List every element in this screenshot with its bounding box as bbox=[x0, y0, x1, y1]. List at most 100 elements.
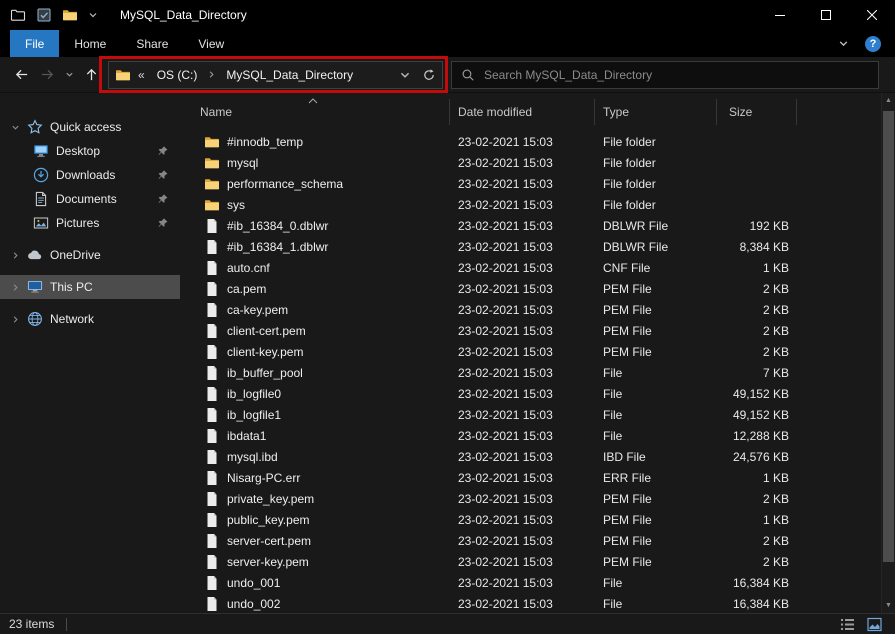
pin-icon bbox=[157, 145, 169, 157]
file-row[interactable]: undo_00223-02-2021 15:03File16,384 KB bbox=[180, 593, 881, 613]
chevron-right-icon[interactable] bbox=[11, 283, 20, 292]
scroll-up-arrow-icon[interactable]: ▲ bbox=[882, 93, 895, 108]
sidebar-item-onedrive[interactable]: OneDrive bbox=[0, 243, 180, 267]
file-name: ca-key.pem bbox=[227, 303, 288, 317]
file-row[interactable]: private_key.pem23-02-2021 15:03PEM File2… bbox=[180, 488, 881, 509]
file-row[interactable]: ib_logfile023-02-2021 15:03File49,152 KB bbox=[180, 383, 881, 404]
sidebar-item-label: Network bbox=[50, 312, 94, 326]
file-row[interactable]: #ib_16384_0.dblwr23-02-2021 15:03DBLWR F… bbox=[180, 215, 881, 236]
scrollbar-track[interactable] bbox=[882, 108, 895, 598]
recent-locations-chevron-icon[interactable] bbox=[60, 62, 78, 88]
file-row[interactable]: ibdata123-02-2021 15:03File12,288 KB bbox=[180, 425, 881, 446]
file-row[interactable]: #innodb_temp23-02-2021 15:03File folder bbox=[180, 131, 881, 152]
file-size: 12,288 KB bbox=[717, 429, 797, 443]
file-date-modified: 23-02-2021 15:03 bbox=[450, 345, 595, 359]
chevron-down-icon[interactable] bbox=[11, 123, 20, 132]
file-row[interactable]: server-cert.pem23-02-2021 15:03PEM File2… bbox=[180, 530, 881, 551]
sidebar-item-downloads[interactable]: Downloads bbox=[0, 163, 180, 187]
file-row[interactable]: ib_logfile123-02-2021 15:03File49,152 KB bbox=[180, 404, 881, 425]
breadcrumb-separator-icon[interactable] bbox=[207, 70, 216, 79]
details-view-icon[interactable] bbox=[840, 617, 855, 632]
file-row[interactable]: #ib_16384_1.dblwr23-02-2021 15:03DBLWR F… bbox=[180, 236, 881, 257]
up-button[interactable] bbox=[78, 62, 104, 88]
file-row[interactable]: server-key.pem23-02-2021 15:03PEM File2 … bbox=[180, 551, 881, 572]
expand-ribbon-chevron-icon[interactable] bbox=[838, 38, 849, 49]
qat-customize-chevron-icon[interactable] bbox=[88, 10, 98, 20]
address-dropdown-chevron-icon[interactable] bbox=[399, 69, 411, 81]
folder-icon bbox=[204, 155, 220, 171]
tab-view[interactable]: View bbox=[183, 30, 239, 57]
column-header-name[interactable]: Name bbox=[180, 99, 450, 125]
file-row[interactable]: auto.cnf23-02-2021 15:03CNF File1 KB bbox=[180, 257, 881, 278]
file-size: 1 KB bbox=[717, 261, 797, 275]
tab-share[interactable]: Share bbox=[121, 30, 183, 57]
refresh-icon[interactable] bbox=[422, 68, 436, 82]
file-row[interactable]: mysql23-02-2021 15:03File folder bbox=[180, 152, 881, 173]
qat-properties-icon[interactable] bbox=[36, 7, 52, 23]
network-icon bbox=[27, 311, 43, 327]
tab-file[interactable]: File bbox=[10, 30, 59, 57]
sidebar-item-this-pc[interactable]: This PC bbox=[0, 275, 180, 299]
file-icon bbox=[204, 596, 220, 612]
chevron-right-icon[interactable] bbox=[11, 315, 20, 324]
view-toggle-group bbox=[840, 617, 886, 632]
sidebar-item-desktop[interactable]: Desktop bbox=[0, 139, 180, 163]
breadcrumb-drive[interactable]: OS (C:) bbox=[152, 68, 203, 82]
file-row[interactable]: client-cert.pem23-02-2021 15:03PEM File2… bbox=[180, 320, 881, 341]
file-date-modified: 23-02-2021 15:03 bbox=[450, 513, 595, 527]
breadcrumb-current-folder[interactable]: MySQL_Data_Directory bbox=[221, 68, 358, 82]
breadcrumb-overflow[interactable]: « bbox=[136, 68, 147, 82]
sidebar-item-documents[interactable]: Documents bbox=[0, 187, 180, 211]
file-type: File folder bbox=[595, 156, 717, 170]
file-row[interactable]: public_key.pem23-02-2021 15:03PEM File1 … bbox=[180, 509, 881, 530]
column-header-date-modified[interactable]: Date modified bbox=[450, 99, 595, 125]
file-name: client-cert.pem bbox=[227, 324, 306, 338]
file-name-cell: ca-key.pem bbox=[180, 302, 450, 318]
file-row[interactable]: mysql.ibd23-02-2021 15:03IBD File24,576 … bbox=[180, 446, 881, 467]
file-row[interactable]: ib_buffer_pool23-02-2021 15:03File7 KB bbox=[180, 362, 881, 383]
file-row[interactable]: performance_schema23-02-2021 15:03File f… bbox=[180, 173, 881, 194]
sidebar-item-quick-access[interactable]: Quick access bbox=[0, 115, 180, 139]
scrollbar-thumb[interactable] bbox=[883, 111, 894, 562]
column-header-type[interactable]: Type bbox=[595, 99, 717, 125]
file-row[interactable]: Nisarg-PC.err23-02-2021 15:03ERR File1 K… bbox=[180, 467, 881, 488]
file-date-modified: 23-02-2021 15:03 bbox=[450, 219, 595, 233]
address-folder-icon bbox=[115, 67, 131, 83]
tab-home[interactable]: Home bbox=[59, 30, 121, 57]
help-icon[interactable]: ? bbox=[865, 36, 881, 52]
search-input[interactable] bbox=[484, 68, 869, 82]
file-row[interactable]: client-key.pem23-02-2021 15:03PEM File2 … bbox=[180, 341, 881, 362]
file-name-cell: client-key.pem bbox=[180, 344, 450, 360]
column-header-size[interactable]: Size bbox=[717, 99, 797, 125]
maximize-button[interactable] bbox=[803, 0, 849, 30]
file-row[interactable]: sys23-02-2021 15:03File folder bbox=[180, 194, 881, 215]
file-icon bbox=[204, 554, 220, 570]
file-name-cell: sys bbox=[180, 197, 450, 213]
navigation-bar: « OS (C:) MySQL_Data_Directory bbox=[0, 57, 895, 93]
file-row[interactable]: ca-key.pem23-02-2021 15:03PEM File2 KB bbox=[180, 299, 881, 320]
search-box[interactable] bbox=[451, 61, 879, 89]
minimize-button[interactable] bbox=[757, 0, 803, 30]
back-button[interactable] bbox=[8, 62, 34, 88]
file-type: File folder bbox=[595, 177, 717, 191]
file-row[interactable]: undo_00123-02-2021 15:03File16,384 KB bbox=[180, 572, 881, 593]
close-button[interactable] bbox=[849, 0, 895, 30]
file-icon bbox=[204, 302, 220, 318]
sidebar-item-pictures[interactable]: Pictures bbox=[0, 211, 180, 235]
sidebar-item-network[interactable]: Network bbox=[0, 307, 180, 331]
pin-icon bbox=[157, 169, 169, 181]
file-rows: #innodb_temp23-02-2021 15:03File folderm… bbox=[180, 131, 881, 613]
vertical-scrollbar[interactable]: ▲ ▼ bbox=[881, 93, 895, 613]
file-row[interactable]: ca.pem23-02-2021 15:03PEM File2 KB bbox=[180, 278, 881, 299]
quick-access-toolbar bbox=[0, 7, 108, 23]
file-date-modified: 23-02-2021 15:03 bbox=[450, 198, 595, 212]
chevron-right-icon[interactable] bbox=[11, 251, 20, 260]
large-icons-view-icon[interactable] bbox=[867, 617, 882, 632]
file-icon bbox=[204, 365, 220, 381]
forward-button[interactable] bbox=[34, 62, 60, 88]
qat-new-folder-icon[interactable] bbox=[62, 7, 78, 23]
sidebar-item-label: Desktop bbox=[56, 144, 100, 158]
scroll-down-arrow-icon[interactable]: ▼ bbox=[882, 598, 895, 613]
navigation-pane: Quick access Desktop DownloadsDocumentsPic… bbox=[0, 93, 180, 613]
address-bar[interactable]: « OS (C:) MySQL_Data_Directory bbox=[108, 61, 443, 89]
